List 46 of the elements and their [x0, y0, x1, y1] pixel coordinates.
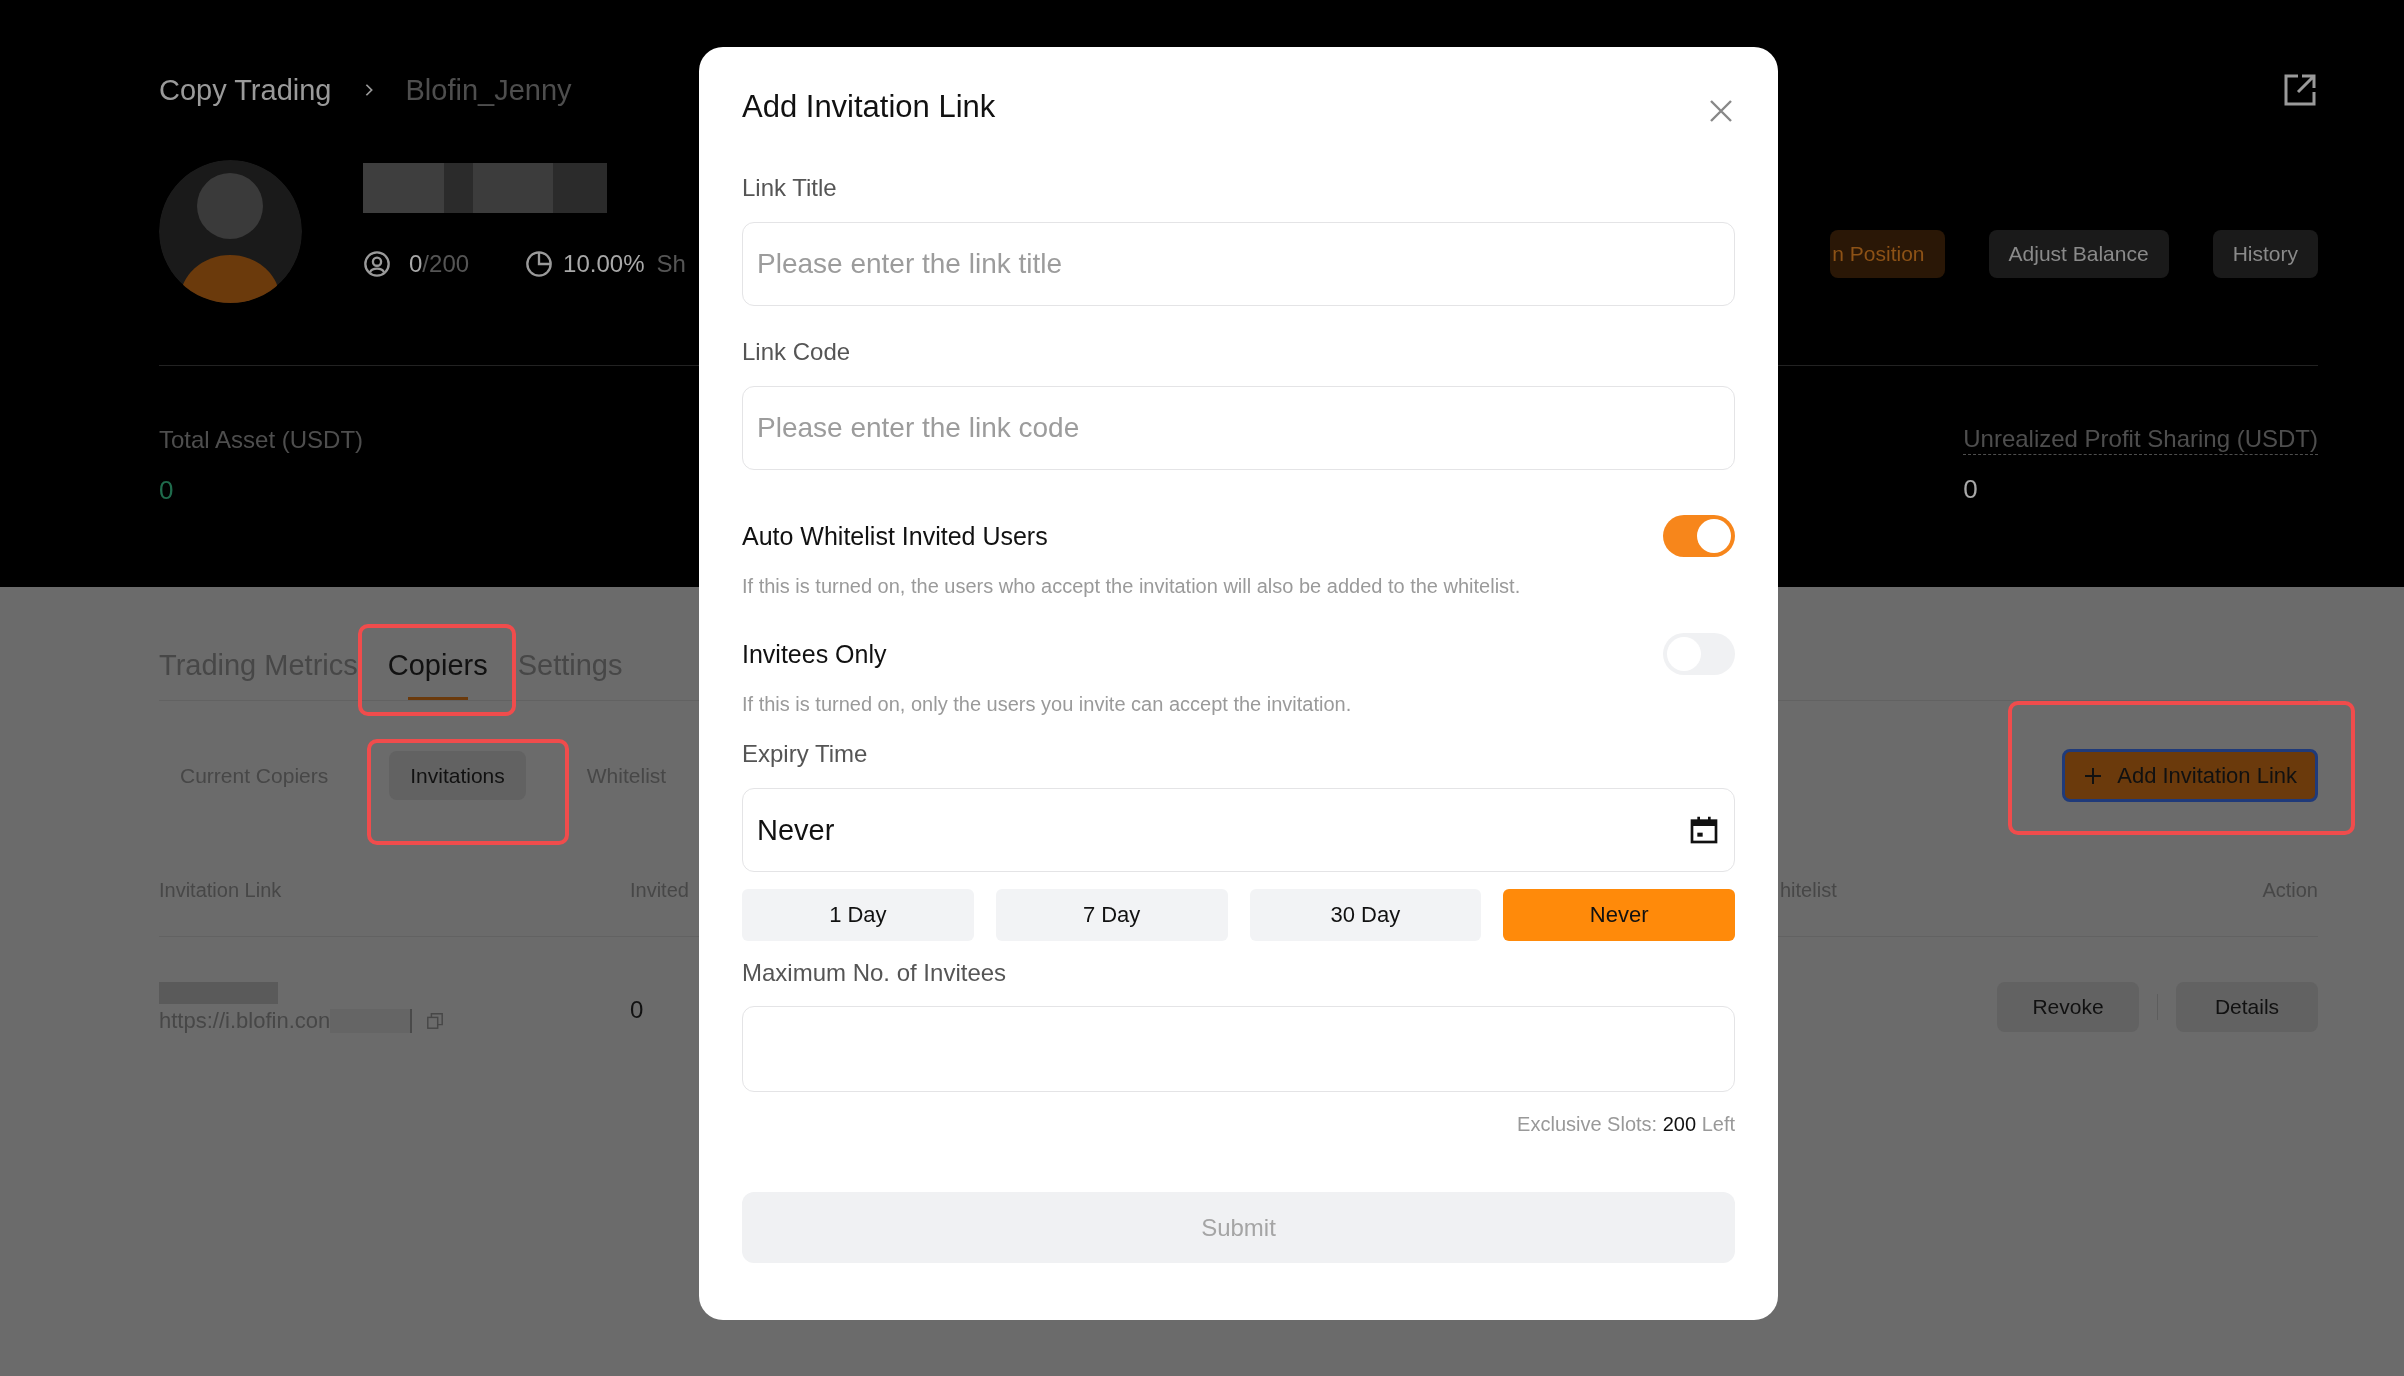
plus-icon [2083, 765, 2104, 786]
hint-text: If this is turned on, the users who accept the invitation will also be added to the whitelist. [742, 574, 1522, 598]
expiry-option[interactable]: 7 Day [995, 889, 1228, 941]
pie-chart-icon [525, 250, 554, 278]
metric-label: Total Asset (USDT) [159, 425, 364, 455]
breadcrumb-item: Blofin_Jenny [405, 73, 572, 108]
link-code-input[interactable]: Please enter the link code [742, 386, 1735, 470]
field-label: Expiry Time [742, 739, 869, 769]
expiry-option[interactable]: 1 Day [742, 889, 974, 941]
tab-underline [407, 697, 468, 700]
field-label: Link Code [742, 337, 852, 367]
field-label: Maximum No. of Invitees [742, 958, 1008, 988]
sub-tab[interactable]: Invitations [389, 751, 526, 800]
close-icon[interactable] [1709, 99, 1733, 123]
tab[interactable]: Copiers [387, 645, 488, 700]
header-button[interactable]: History [2212, 230, 2318, 278]
link-title-input[interactable]: Please enter the link title [742, 222, 1735, 306]
breadcrumb-item[interactable]: Copy Trading [159, 72, 332, 108]
header-button[interactable]: Adjust Balance [1988, 230, 2169, 278]
action-button[interactable]: Revoke [1997, 982, 2139, 1032]
field-label: Link Title [742, 173, 838, 203]
user-icon [363, 250, 391, 278]
expiry-field[interactable]: Never [742, 788, 1735, 872]
expiry-option[interactable]: 30 Day [1249, 889, 1482, 941]
max-invitees-input[interactable] [742, 1006, 1735, 1092]
copier-count: 0 [409, 250, 423, 278]
copier-limit: /200 [422, 250, 470, 278]
hint-text: If this is turned on, only the users you invite can accept the invitation. [742, 692, 1353, 716]
add-invitation-button[interactable]: Add Invitation Link [2062, 749, 2318, 802]
calendar-icon [1688, 814, 1720, 846]
table-cell-text: 0 [630, 995, 645, 1025]
profit-share: 10.00% [563, 250, 645, 278]
switch-label: Invitees Only [742, 639, 887, 669]
slots-note: Exclusive Slots: 200 Left [1517, 1112, 1735, 1136]
toggle-switch[interactable] [1663, 515, 1735, 557]
action-button[interactable]: Details [2176, 982, 2318, 1032]
metric-value: 0 [159, 474, 175, 506]
metric-label: Unrealized Profit Sharing (USDT) [1963, 424, 2318, 455]
copy-icon[interactable] [426, 1012, 445, 1030]
external-link-icon[interactable] [2282, 72, 2318, 108]
expiry-option[interactable]: Never [1503, 889, 1735, 941]
dialog-title: Add Invitation Link [742, 89, 996, 125]
header-button[interactable]: n Position [1830, 230, 1945, 278]
metric-value: 0 [1963, 473, 1978, 505]
profit-share-label: Sh [656, 250, 686, 278]
switch-label: Auto Whitelist Invited Users [742, 521, 1048, 551]
